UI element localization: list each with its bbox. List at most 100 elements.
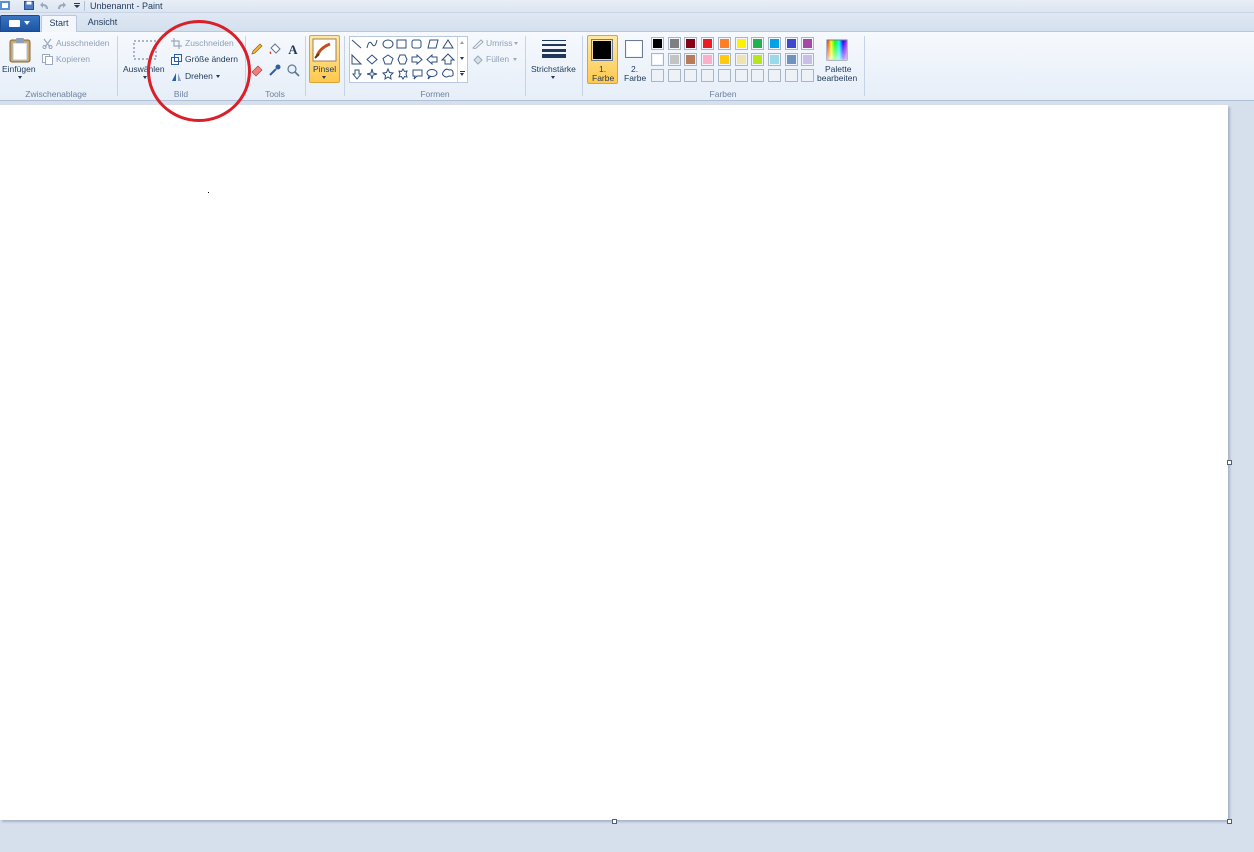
color2-swatch[interactable] bbox=[625, 40, 643, 58]
palette-color-swatch[interactable] bbox=[651, 37, 664, 50]
palette-color-swatch[interactable] bbox=[801, 37, 814, 50]
expand-bar bbox=[460, 71, 465, 72]
fill-bucket-icon[interactable] bbox=[268, 42, 282, 56]
palette-empty-swatch[interactable] bbox=[668, 69, 681, 82]
swatch-fill bbox=[770, 71, 779, 80]
group-separator bbox=[344, 36, 345, 96]
clipboard-icon[interactable] bbox=[9, 37, 31, 63]
resize-handle-corner[interactable] bbox=[1227, 819, 1232, 824]
swatch-fill bbox=[670, 71, 679, 80]
palette-color-swatch[interactable] bbox=[751, 53, 764, 66]
palette-color-swatch[interactable] bbox=[735, 53, 748, 66]
cut-button[interactable]: Ausschneiden bbox=[56, 38, 109, 48]
palette-empty-swatch[interactable] bbox=[701, 69, 714, 82]
palette-empty-swatch[interactable] bbox=[651, 69, 664, 82]
palette-color-swatch[interactable] bbox=[651, 53, 664, 66]
scroll-down-icon[interactable] bbox=[460, 57, 464, 60]
title-bar: Unbenannt - Paint bbox=[0, 0, 1254, 13]
swatch-fill bbox=[770, 55, 779, 64]
palette-color-swatch[interactable] bbox=[785, 37, 798, 50]
resize-handle-bottom[interactable] bbox=[612, 819, 617, 824]
color2-label-text: Farbe bbox=[624, 73, 647, 83]
swatch-fill bbox=[720, 55, 729, 64]
magnifier-icon[interactable] bbox=[286, 63, 300, 77]
undo-icon[interactable] bbox=[40, 1, 50, 10]
fill-button[interactable]: Füllen bbox=[486, 54, 509, 64]
chevron-down-icon[interactable] bbox=[322, 76, 326, 79]
group-separator bbox=[525, 36, 526, 96]
resize-handle-right[interactable] bbox=[1227, 460, 1232, 465]
palette-color-swatch[interactable] bbox=[701, 37, 714, 50]
text-icon[interactable]: A bbox=[286, 42, 300, 56]
palette-color-swatch[interactable] bbox=[668, 37, 681, 50]
palette-color-swatch[interactable] bbox=[718, 37, 731, 50]
annotation-circle bbox=[147, 20, 251, 122]
copy-icon bbox=[42, 54, 53, 65]
palette-empty-swatch[interactable] bbox=[718, 69, 731, 82]
chevron-down-icon[interactable] bbox=[514, 42, 518, 45]
color-picker-icon[interactable] bbox=[268, 63, 282, 77]
palette-empty-swatch[interactable] bbox=[768, 69, 781, 82]
chevron-down-icon[interactable] bbox=[513, 58, 517, 61]
palette-color-swatch[interactable] bbox=[684, 53, 697, 66]
tab-start[interactable]: Start bbox=[41, 15, 77, 32]
palette-color-swatch[interactable] bbox=[718, 53, 731, 66]
pencil-icon[interactable] bbox=[250, 42, 264, 56]
swatch-fill bbox=[653, 55, 662, 64]
palette-empty-swatch[interactable] bbox=[785, 69, 798, 82]
palette-color-swatch[interactable] bbox=[768, 53, 781, 66]
outline-button[interactable]: Umriss bbox=[486, 38, 512, 48]
shapes-scrollbar[interactable] bbox=[457, 37, 468, 82]
window-title: Unbenannt - Paint bbox=[90, 1, 163, 11]
palette-color-swatch[interactable] bbox=[735, 37, 748, 50]
chevron-down-icon[interactable] bbox=[551, 76, 555, 79]
menu-icon bbox=[9, 20, 20, 27]
swatch-fill bbox=[703, 55, 712, 64]
chevron-down-icon[interactable] bbox=[18, 76, 22, 79]
color1-label-text: Farbe bbox=[592, 73, 615, 83]
tools-group-label: Tools bbox=[265, 89, 285, 99]
expand-gallery-icon[interactable] bbox=[460, 73, 464, 76]
palette-empty-swatch[interactable] bbox=[801, 69, 814, 82]
eraser-icon[interactable] bbox=[250, 63, 264, 77]
paste-button[interactable]: Einfügen bbox=[2, 64, 36, 74]
palette-color-swatch[interactable] bbox=[668, 53, 681, 66]
group-separator bbox=[305, 36, 306, 96]
stroke-width-button[interactable]: Strichstärke bbox=[531, 64, 576, 74]
swatch-fill bbox=[686, 39, 695, 48]
title-separator bbox=[84, 1, 85, 11]
tab-view[interactable]: Ansicht bbox=[80, 15, 125, 31]
redo-icon[interactable] bbox=[56, 1, 66, 10]
file-menu-button[interactable] bbox=[0, 15, 40, 32]
edit-colors-icon[interactable] bbox=[826, 39, 848, 61]
palette-color-swatch[interactable] bbox=[768, 37, 781, 50]
shapes-gallery-icons[interactable] bbox=[350, 37, 460, 82]
save-icon[interactable] bbox=[24, 1, 34, 10]
palette-empty-swatch[interactable] bbox=[735, 69, 748, 82]
palette-color-swatch[interactable] bbox=[785, 53, 798, 66]
scroll-up-icon[interactable] bbox=[460, 41, 464, 44]
palette-color-swatch[interactable] bbox=[801, 53, 814, 66]
swatch-fill bbox=[670, 55, 679, 64]
group-separator bbox=[582, 36, 583, 96]
swatch-fill bbox=[737, 39, 746, 48]
shapes-group-label: Formen bbox=[420, 89, 450, 99]
chevron-down-icon bbox=[24, 21, 30, 25]
quick-access-dropdown-icon[interactable] bbox=[72, 1, 82, 10]
swatch-fill bbox=[787, 39, 796, 48]
swatch-fill bbox=[737, 55, 746, 64]
swatch-fill bbox=[720, 39, 729, 48]
paint-app-icon[interactable] bbox=[0, 1, 10, 10]
swatch-fill bbox=[770, 39, 779, 48]
palette-empty-swatch[interactable] bbox=[751, 69, 764, 82]
color1-swatch bbox=[591, 39, 613, 61]
swatch-fill bbox=[703, 71, 712, 80]
palette-color-swatch[interactable] bbox=[684, 37, 697, 50]
palette-color-swatch[interactable] bbox=[701, 53, 714, 66]
swatch-fill bbox=[703, 39, 712, 48]
palette-empty-swatch[interactable] bbox=[684, 69, 697, 82]
copy-button[interactable]: Kopieren bbox=[56, 54, 90, 64]
stroke-width-icon[interactable] bbox=[541, 39, 567, 59]
drawing-canvas[interactable] bbox=[0, 105, 1228, 820]
palette-color-swatch[interactable] bbox=[751, 37, 764, 50]
